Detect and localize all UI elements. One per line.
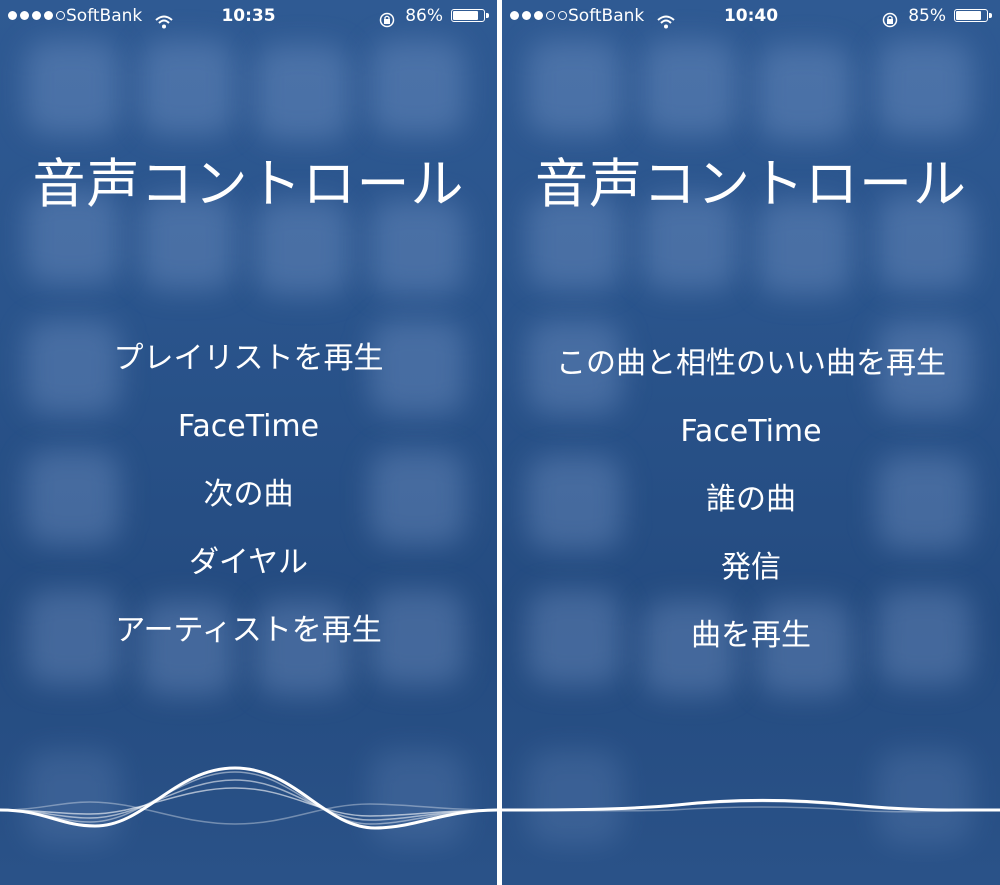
command-item: 次の曲: [203, 477, 294, 512]
command-item: アーティストを再生: [115, 613, 382, 648]
status-bar: SoftBank 10:35 86%: [0, 0, 497, 32]
command-item: 誰の曲: [706, 482, 796, 517]
command-suggestions: プレイリストを再生 FaceTime 次の曲 ダイヤル アーティストを再生: [0, 339, 497, 679]
battery-icon: [954, 9, 992, 22]
command-item: この曲と相性のいい曲を再生: [556, 346, 946, 381]
command-item: ダイヤル: [188, 545, 309, 580]
voice-waveform: [502, 799, 1000, 813]
page-title: 音声コントロール: [32, 154, 465, 215]
status-bar: SoftBank 10:40 85%: [502, 0, 1000, 32]
battery-percentage: 86%: [405, 6, 443, 26]
voice-control-screen-left: SoftBank 10:35 86% 音声コントロール プレイリストを再生 Fa…: [0, 0, 497, 885]
rotation-lock-icon: [882, 7, 898, 39]
command-item: FaceTime: [680, 414, 822, 449]
battery-icon: [451, 9, 489, 22]
command-suggestions: この曲と相性のいい曲を再生 FaceTime 誰の曲 発信 曲を再生: [502, 344, 1000, 684]
command-item: 曲を再生: [691, 618, 811, 653]
command-item: 発信: [721, 550, 781, 585]
voice-control-screen-right: SoftBank 10:40 85% 音声コントロール この曲と相性のいい曲を再…: [502, 0, 1000, 885]
command-item: FaceTime: [177, 409, 320, 444]
rotation-lock-icon: [379, 7, 395, 39]
command-item: プレイリストを再生: [113, 341, 384, 376]
voice-waveform: [0, 766, 497, 830]
page-title: 音声コントロール: [535, 154, 967, 215]
battery-percentage: 85%: [908, 6, 946, 26]
